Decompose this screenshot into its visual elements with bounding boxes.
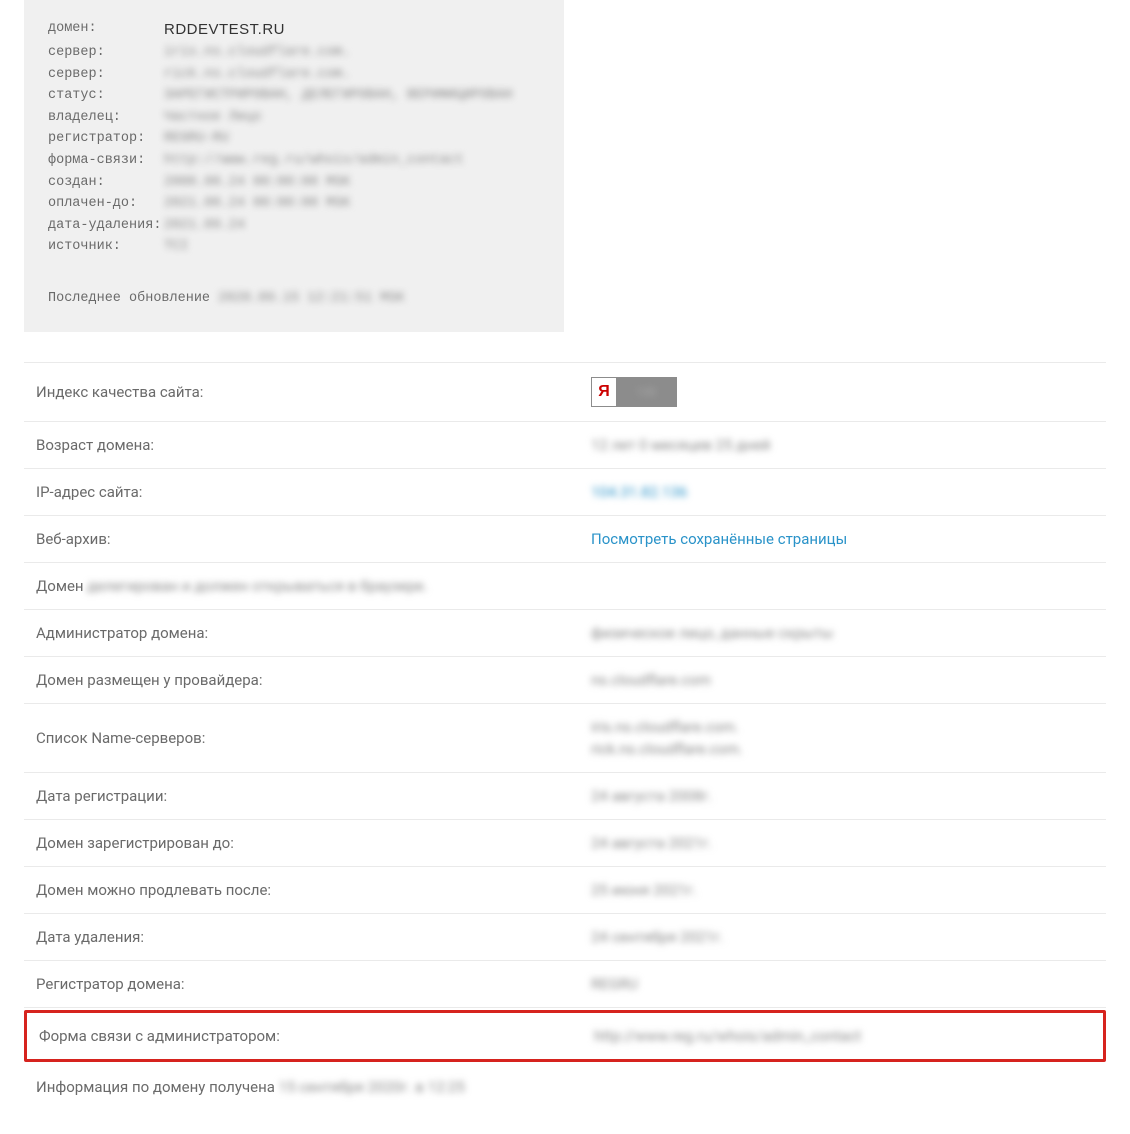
whois-last-update: Последнее обновление 2020.09.15 12:21:51…	[48, 288, 540, 310]
value-registered-until: 24 августа 2021г.	[591, 834, 1094, 852]
row-site-quality: Индекс качества сайта: Я 130	[24, 362, 1106, 422]
whois-value: RDDEVTEST.RU	[164, 18, 285, 42]
value-web-archive-link[interactable]: Посмотреть сохранённые страницы	[591, 530, 1094, 548]
info-retrieved-date: 15 сентября 2020г. в 12:25	[279, 1078, 465, 1096]
ns-line-2: rick.ns.cloudflare.com.	[591, 740, 1094, 758]
whois-row: регистратор:REGRU-RU	[48, 128, 540, 150]
value-registrar: REGRU	[591, 975, 1094, 993]
whois-row: оплачен-до:2021.08.24 00:00:00 MSK	[48, 193, 540, 215]
row-delete-date: Дата удаления: 24 сентября 2021г.	[24, 914, 1106, 961]
whois-rows: домен:RDDEVTEST.RUсервер:iris.ns.cloudfl…	[48, 18, 540, 258]
whois-row: домен:RDDEVTEST.RU	[48, 18, 540, 42]
value-renew-after: 25 июня 2021г.	[591, 881, 1094, 899]
row-provider: Домен размещен у провайдера: ns.cloudfla…	[24, 657, 1106, 704]
whois-label: владелец:	[48, 107, 164, 129]
value-admin-contact-form: http://www.reg.ru/whois/admin_contact	[594, 1027, 1091, 1045]
value-ip-address[interactable]: 104.31.82.136	[591, 483, 1094, 501]
whois-row: сервер:iris.ns.cloudflare.com.	[48, 42, 540, 64]
row-ip-address: IP-адрес сайта: 104.31.82.136	[24, 469, 1106, 516]
value-site-quality: Я 130	[591, 377, 1094, 407]
row-registered-until: Домен зарегистрирован до: 24 августа 202…	[24, 820, 1106, 867]
label-ip-address: IP-адрес сайта:	[36, 483, 591, 501]
whois-row: дата-удаления:2021.09.24	[48, 215, 540, 237]
whois-value: 2008.08.24 00:00:00 MSK	[164, 172, 350, 194]
domain-info-table: Индекс качества сайта: Я 130 Возраст дом…	[0, 362, 1130, 1134]
row-delegated-status: Домен делегирован и должен открываться в…	[24, 563, 1106, 610]
row-nameservers: Список Name-серверов: iris.ns.cloudflare…	[24, 704, 1106, 773]
whois-value: 2021.08.24 00:00:00 MSK	[164, 193, 350, 215]
value-nameservers: iris.ns.cloudflare.com. rick.ns.cloudfla…	[591, 718, 1094, 758]
whois-row: источник:TCI	[48, 236, 540, 258]
row-web-archive: Веб-архив: Посмотреть сохранённые страни…	[24, 516, 1106, 563]
whois-value: Частное Лицо	[164, 107, 261, 129]
whois-label: форма-связи:	[48, 150, 164, 172]
whois-label: дата-удаления:	[48, 215, 164, 237]
whois-label: сервер:	[48, 64, 164, 86]
whois-value: http://www.reg.ru/whois/admin_contact	[164, 150, 464, 172]
quality-score: 130	[616, 385, 676, 399]
label-registered-until: Домен зарегистрирован до:	[36, 834, 591, 852]
label-nameservers: Список Name-серверов:	[36, 729, 591, 747]
row-registrar: Регистратор домена: REGRU	[24, 961, 1106, 1008]
whois-row: статус:ЗАРЕГИСТРИРОВАН, ДЕЛЕГИРОВАН, ВЕР…	[48, 85, 540, 107]
whois-value: TCI	[164, 236, 188, 258]
row-info-retrieved: Информация по домену получена 15 сентябр…	[24, 1064, 1106, 1110]
yandex-logo-icon: Я	[592, 378, 616, 406]
label-site-quality: Индекс качества сайта:	[36, 383, 591, 401]
whois-label: домен:	[48, 18, 164, 42]
label-registrar: Регистратор домена:	[36, 975, 591, 993]
info-retrieved-prefix: Информация по домену получена	[36, 1078, 279, 1096]
whois-update-value: 2020.09.15 12:21:51 MSK	[218, 291, 404, 306]
whois-update-label: Последнее обновление	[48, 291, 210, 306]
whois-row: владелец:Частное Лицо	[48, 107, 540, 129]
whois-label: статус:	[48, 85, 164, 107]
row-domain-admin: Администратор домена: физическое лицо, д…	[24, 610, 1106, 657]
label-web-archive: Веб-архив:	[36, 530, 591, 548]
whois-row: форма-связи:http://www.reg.ru/whois/admi…	[48, 150, 540, 172]
whois-block: домен:RDDEVTEST.RUсервер:iris.ns.cloudfl…	[24, 0, 564, 332]
label-domain-admin: Администратор домена:	[36, 624, 591, 642]
value-provider: ns.cloudflare.com	[591, 671, 1094, 689]
label-delete-date: Дата удаления:	[36, 928, 591, 946]
label-reg-date: Дата регистрации:	[36, 787, 591, 805]
whois-label: оплачен-до:	[48, 193, 164, 215]
label-domain-age: Возраст домена:	[36, 436, 591, 454]
label-provider: Домен размещен у провайдера:	[36, 671, 591, 689]
whois-label: регистратор:	[48, 128, 164, 150]
whois-value: 2021.09.24	[164, 215, 245, 237]
delegated-prefix: Домен	[36, 577, 87, 595]
delegated-text: делегирован и должен открываться в брауз…	[87, 577, 427, 595]
whois-label: создан:	[48, 172, 164, 194]
value-delete-date: 24 сентября 2021г.	[591, 928, 1094, 946]
whois-row: создан:2008.08.24 00:00:00 MSK	[48, 172, 540, 194]
row-reg-date: Дата регистрации: 24 августа 2008г.	[24, 773, 1106, 820]
whois-value: ЗАРЕГИСТРИРОВАН, ДЕЛЕГИРОВАН, ВЕРИФИЦИРО…	[164, 85, 512, 107]
whois-label: источник:	[48, 236, 164, 258]
value-reg-date: 24 августа 2008г.	[591, 787, 1094, 805]
whois-row: сервер:rick.ns.cloudflare.com.	[48, 64, 540, 86]
row-renew-after: Домен можно продлевать после: 25 июня 20…	[24, 867, 1106, 914]
whois-value: rick.ns.cloudflare.com.	[164, 64, 350, 86]
value-domain-admin: физическое лицо, данные скрыты	[591, 624, 1094, 642]
value-domain-age: 12 лет 0 месяцев 25 дней	[591, 436, 1094, 454]
row-admin-contact-form: Форма связи с администратором: http://ww…	[24, 1010, 1106, 1062]
row-domain-age: Возраст домена: 12 лет 0 месяцев 25 дней	[24, 422, 1106, 469]
whois-value: REGRU-RU	[164, 128, 229, 150]
label-admin-contact-form: Форма связи с администратором:	[39, 1027, 594, 1045]
yandex-quality-badge[interactable]: Я 130	[591, 377, 677, 407]
label-renew-after: Домен можно продлевать после:	[36, 881, 591, 899]
whois-value: iris.ns.cloudflare.com.	[164, 42, 350, 64]
whois-label: сервер:	[48, 42, 164, 64]
ns-line-1: iris.ns.cloudflare.com.	[591, 718, 1094, 736]
